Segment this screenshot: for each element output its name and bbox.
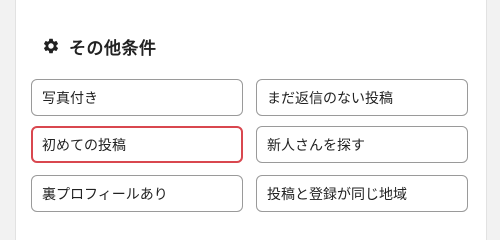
gear-icon (43, 38, 59, 54)
option-first-post[interactable]: 初めての投稿 (31, 126, 243, 163)
option-label: 写真付き (42, 90, 98, 107)
option-label: 投稿と登録が同じ地域 (267, 186, 407, 203)
option-find-newcomers[interactable]: 新人さんを探す (256, 126, 468, 163)
option-no-reply-yet[interactable]: まだ返信のない投稿 (256, 79, 468, 116)
option-with-photo[interactable]: 写真付き (31, 79, 243, 116)
option-label: まだ返信のない投稿 (267, 90, 393, 107)
option-same-region[interactable]: 投稿と登録が同じ地域 (256, 175, 468, 212)
section-header: その他条件 (42, 33, 157, 59)
option-label: 新人さんを探す (267, 137, 365, 154)
option-label: 初めての投稿 (42, 137, 126, 154)
option-hidden-profile[interactable]: 裏プロフィールあり (31, 175, 243, 212)
option-label: 裏プロフィールあり (42, 186, 168, 203)
section-title: その他条件 (69, 38, 157, 59)
